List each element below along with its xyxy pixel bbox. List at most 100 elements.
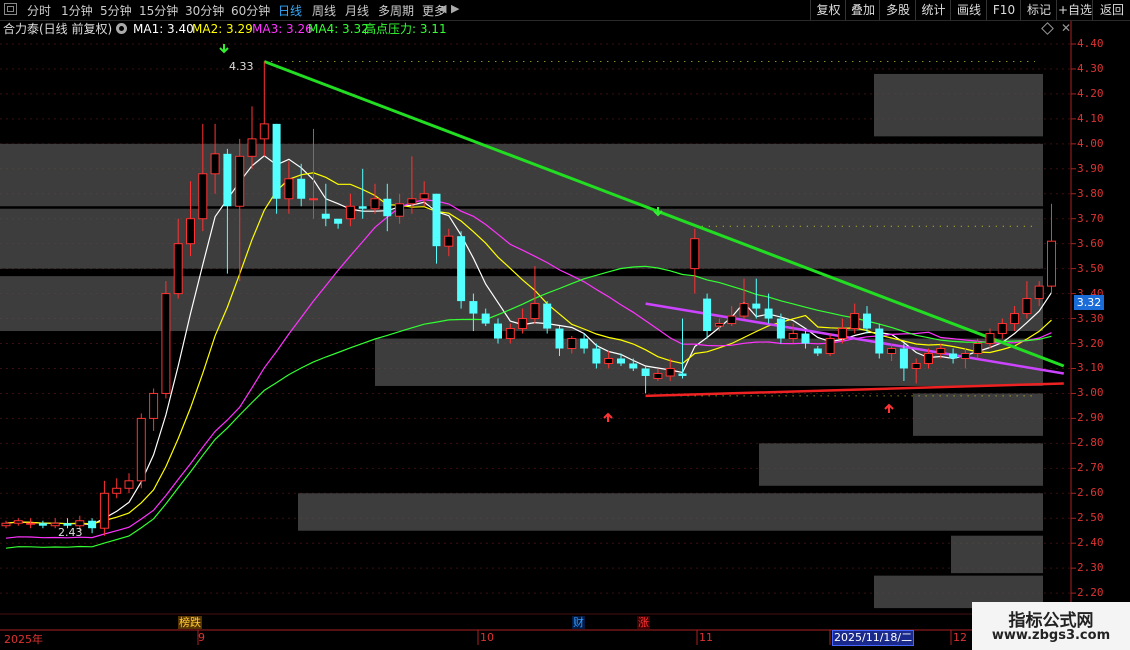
candle-body	[210, 153, 220, 175]
support-zone	[0, 208, 1043, 269]
y-tick-label: 2.40	[1077, 536, 1104, 550]
pressure-value: 高点压力: 3.11	[364, 22, 447, 36]
candle-body	[592, 348, 601, 364]
period-tab[interactable]: 15分钟	[139, 2, 178, 19]
candle-body	[887, 348, 897, 355]
candle-body	[813, 348, 822, 354]
candle-body	[284, 178, 294, 200]
settings-gear-icon[interactable]	[116, 23, 127, 34]
toolbar-button[interactable]: 复权	[810, 0, 846, 20]
candle-body	[1034, 285, 1044, 300]
ma4-value: MA4: 3.32	[308, 22, 369, 36]
support-zone	[874, 73, 1043, 137]
y-tick-label: 3.90	[1077, 161, 1104, 175]
candle-body	[494, 323, 502, 339]
candle-body	[788, 333, 798, 340]
candle-body	[1, 522, 11, 527]
candle-body	[924, 353, 933, 364]
period-tab[interactable]: 日线	[278, 2, 302, 19]
toolbar-button[interactable]: 叠加	[845, 0, 880, 20]
candle-body	[407, 198, 417, 205]
y-tick-label: 4.20	[1077, 86, 1104, 100]
y-tick-label: 3.60	[1077, 236, 1104, 250]
buy-arrow-icon	[884, 403, 894, 413]
site-watermark: 指标公式网 www.zbgs3.com	[972, 602, 1130, 650]
toolbar-button[interactable]: 标记	[1020, 0, 1057, 20]
candle-body	[580, 338, 589, 349]
y-tick-label: 3.50	[1077, 261, 1104, 275]
y-tick-label: 2.70	[1077, 461, 1104, 475]
period-tab[interactable]: 月线	[345, 2, 369, 19]
candle-body	[653, 372, 663, 379]
event-marker-dragon[interactable]: 榜跌	[178, 616, 202, 629]
candle-body	[567, 338, 577, 350]
kline-chart[interactable]	[0, 0, 1130, 650]
candle-body	[505, 328, 515, 340]
period-tab[interactable]: 1分钟	[61, 2, 93, 19]
support-zone	[759, 443, 1043, 486]
support-zone	[0, 143, 1043, 207]
period-tab[interactable]: 周线	[312, 2, 336, 19]
period-tab[interactable]: 分时	[27, 2, 51, 19]
ma3-value: MA3: 3.26	[252, 22, 313, 36]
current-price-tag: 3.32	[1074, 295, 1104, 310]
candle-body	[801, 333, 810, 344]
candle-body	[186, 218, 195, 245]
candle-body	[690, 238, 700, 270]
y-tick-label: 2.90	[1077, 411, 1104, 425]
candle-body	[395, 203, 405, 217]
candle-body	[739, 303, 749, 317]
window-icon[interactable]	[4, 3, 17, 15]
candle-body	[173, 243, 183, 295]
prev-arrow-icon[interactable]: ◀	[438, 2, 446, 15]
candle-body	[714, 323, 724, 327]
candle-body	[911, 362, 921, 369]
candle-body	[112, 487, 122, 494]
y-tick-label: 3.80	[1077, 186, 1104, 200]
toolbar-button[interactable]: 返回	[1092, 0, 1130, 20]
candle-body	[383, 198, 392, 217]
toolbar-button[interactable]: 多股	[879, 0, 916, 20]
period-tab[interactable]: 60分钟	[231, 2, 270, 19]
candle-body	[444, 235, 454, 247]
next-arrow-icon[interactable]: ▶	[451, 2, 459, 15]
support-zone	[951, 535, 1043, 574]
y-tick-label: 2.80	[1077, 436, 1104, 450]
y-tick-label: 4.00	[1077, 136, 1104, 150]
toolbar-button[interactable]: F10	[986, 0, 1021, 20]
stock-name[interactable]: 合力泰(日线 前复权)	[3, 21, 112, 37]
candle-body	[703, 298, 712, 332]
event-marker-rise[interactable]: 涨	[637, 616, 650, 629]
candle-body	[247, 138, 257, 157]
candle-body	[457, 236, 466, 302]
watermark-url: www.zbgs3.com	[991, 628, 1111, 643]
y-tick-label: 3.10	[1077, 361, 1104, 375]
candle-body	[678, 373, 687, 376]
period-tab[interactable]: 5分钟	[100, 2, 132, 19]
close-icon[interactable]: ✕	[1061, 21, 1071, 35]
candle-body	[936, 348, 946, 355]
y-tick-label: 3.00	[1077, 386, 1104, 400]
candle-body	[136, 417, 146, 482]
candle-body	[432, 193, 441, 247]
candle-body	[321, 213, 330, 219]
toolbar-button[interactable]: +自选	[1056, 0, 1093, 20]
candle-body	[358, 206, 367, 209]
toolbar-button[interactable]: 统计	[915, 0, 951, 20]
candle-body	[764, 308, 773, 319]
candle-body	[973, 343, 983, 355]
candle-body	[850, 313, 860, 330]
period-tab[interactable]: 30分钟	[185, 2, 224, 19]
candle-body	[604, 357, 614, 364]
candle-body	[752, 303, 761, 309]
candle-body	[235, 155, 245, 207]
candle-body	[997, 323, 1007, 335]
y-tick-label: 4.40	[1077, 37, 1104, 50]
period-tab[interactable]: 多周期	[378, 2, 414, 19]
toolbar-button[interactable]: 画线	[950, 0, 987, 20]
candle-body	[727, 315, 737, 325]
event-marker-finance[interactable]: 财	[572, 616, 585, 629]
candle-body	[776, 318, 785, 339]
date-label-oct: 10	[480, 631, 494, 644]
candle-body	[13, 520, 23, 524]
